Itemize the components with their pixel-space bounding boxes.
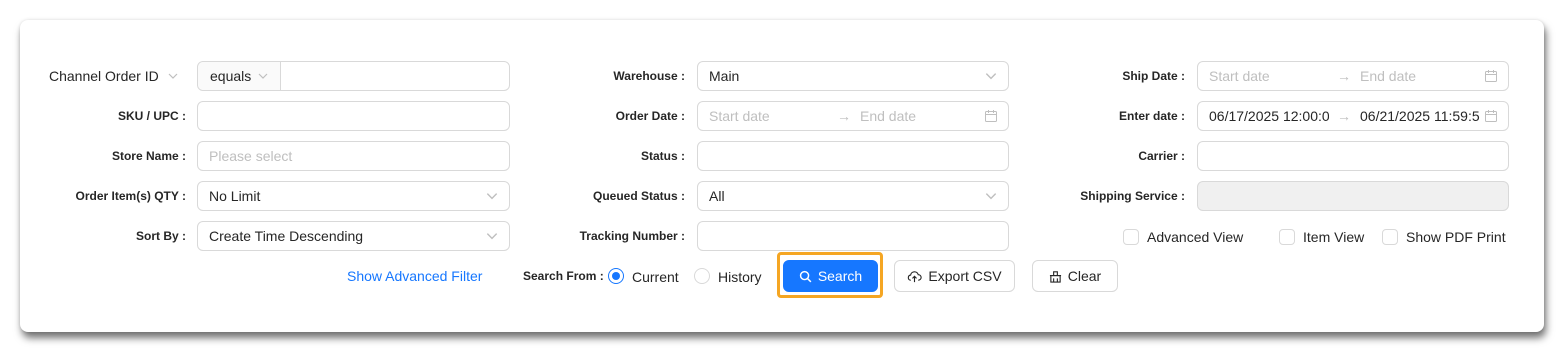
item-view-checkbox[interactable] (1279, 229, 1295, 245)
advanced-view-checkbox[interactable] (1123, 229, 1139, 245)
search-icon (799, 270, 812, 283)
store-name-select[interactable]: Please select (197, 141, 510, 171)
chevron-down-icon (486, 193, 498, 200)
search-button[interactable]: Search (783, 260, 878, 292)
enter-date-end: 06/21/2025 11:59:5 (1360, 108, 1480, 124)
clear-icon (1049, 271, 1061, 283)
search-from-current-label[interactable]: Current (632, 268, 679, 286)
carrier-label: Carrier : (1138, 149, 1185, 163)
show-advanced-filter-link[interactable]: Show Advanced Filter (347, 268, 482, 284)
sort-by-value: Create Time Descending (209, 228, 364, 244)
status-select[interactable] (697, 141, 1009, 171)
operator-value: equals (210, 68, 252, 84)
chevron-down-icon (486, 233, 498, 240)
shipping-service-label: Shipping Service : (1080, 189, 1185, 203)
tracking-number-input[interactable] (697, 221, 1009, 251)
calendar-icon (1485, 70, 1497, 82)
calendar-icon (1485, 110, 1497, 122)
ship-date-range-picker[interactable]: Start date → End date (1197, 61, 1509, 91)
sku-upc-label: SKU / UPC : (117, 109, 186, 123)
cloud-upload-icon (908, 271, 923, 283)
channel-order-id-input[interactable] (282, 62, 509, 90)
order-item-qty-label: Order Item(s) QTY : (75, 189, 186, 203)
order-date-label: Order Date : (615, 109, 685, 123)
advanced-view-label[interactable]: Advanced View (1147, 228, 1243, 246)
warehouse-select[interactable]: Main (697, 61, 1009, 91)
search-from-history-radio[interactable] (694, 268, 710, 284)
queued-status-label: Queued Status : (592, 189, 685, 203)
order-item-qty-value: No Limit (209, 188, 261, 204)
shipping-service-select (1197, 181, 1509, 211)
calendar-icon (985, 110, 997, 122)
chevron-down-icon (258, 73, 268, 79)
sku-upc-input[interactable] (197, 101, 510, 131)
enter-date-range-picker[interactable]: 06/17/2025 12:00:0 → 06/21/2025 11:59:5 (1197, 101, 1509, 131)
arrow-right-icon: → (1337, 68, 1351, 84)
tracking-number-label: Tracking Number : (579, 229, 685, 243)
show-pdf-print-checkbox[interactable] (1382, 229, 1398, 245)
sort-by-select[interactable]: Create Time Descending (197, 221, 510, 251)
queued-status-value: All (709, 188, 725, 204)
order-date-range-picker[interactable]: Start date → End date (697, 101, 1009, 131)
order-date-end: End date (860, 108, 917, 124)
channel-order-id-select[interactable]: Channel Order ID (49, 68, 179, 84)
warehouse-value: Main (709, 68, 740, 84)
store-name-label: Store Name : (111, 149, 186, 163)
operator-select[interactable]: equals (198, 62, 281, 90)
channel-order-id-input-group: equals (197, 61, 510, 91)
show-pdf-print-label[interactable]: Show PDF Print (1406, 228, 1506, 246)
enter-date-label: Enter date : (1118, 109, 1185, 123)
item-view-label[interactable]: Item View (1303, 228, 1364, 246)
ship-date-label: Ship Date : (1122, 69, 1185, 83)
search-from-label: Search From : (523, 269, 604, 283)
export-csv-button[interactable]: Export CSV (894, 260, 1015, 292)
ship-date-start: Start date (1209, 68, 1270, 84)
order-item-qty-select[interactable]: No Limit (197, 181, 510, 211)
chevron-down-icon (168, 73, 178, 79)
store-name-placeholder: Please select (209, 148, 293, 164)
clear-button[interactable]: Clear (1032, 260, 1118, 292)
search-from-history-label[interactable]: History (718, 268, 762, 286)
channel-order-id-label: Channel Order ID (49, 68, 159, 84)
status-label: Status : (640, 149, 685, 163)
sort-by-label: Sort By : (135, 229, 186, 243)
order-date-start: Start date (709, 108, 770, 124)
arrow-right-icon: → (837, 108, 851, 124)
chevron-down-icon (985, 193, 997, 200)
carrier-select[interactable] (1197, 141, 1509, 171)
arrow-right-icon: → (1337, 108, 1351, 124)
search-from-current-radio[interactable] (608, 268, 624, 284)
queued-status-select[interactable]: All (697, 181, 1009, 211)
warehouse-label: Warehouse : (613, 69, 685, 83)
clear-label: Clear (1067, 268, 1102, 284)
chevron-down-icon (985, 73, 997, 80)
ship-date-end: End date (1360, 68, 1417, 84)
search-button-label: Search (817, 268, 863, 284)
export-csv-label: Export CSV (928, 268, 1002, 284)
enter-date-start: 06/17/2025 12:00:0 (1209, 108, 1329, 124)
